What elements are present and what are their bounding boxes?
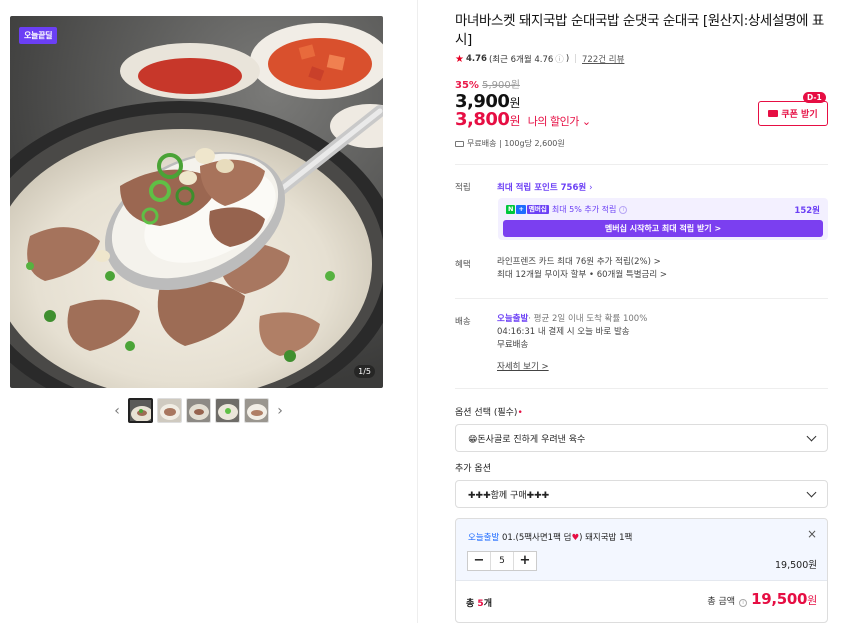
- extra-option-label: 추가 옵션: [455, 464, 491, 474]
- shipping-cutoff: 04:16:31 내 결제 시 오늘 바로 발송: [497, 327, 630, 337]
- quantity-value[interactable]: 5: [490, 552, 514, 570]
- total-amount-group: 총 금액 i 19,500원: [707, 590, 817, 608]
- quantity-plus-button[interactable]: +: [514, 552, 536, 570]
- npay-plus: +: [516, 205, 526, 214]
- option-select[interactable]: 😁돈사골로 진하게 우려낸 육수: [455, 424, 828, 452]
- total-count-post: 개: [483, 599, 492, 609]
- points-label: 적립: [455, 183, 471, 193]
- shipping-summary: 무료배송 | 100g당 2,600원: [455, 138, 565, 149]
- total-amount-value: 19,500: [751, 590, 808, 608]
- rating-recent: (최근 6개월 4.76: [488, 55, 554, 65]
- thumbnail-4[interactable]: [215, 398, 240, 423]
- today-deal-badge: 오늘끝딜: [19, 27, 58, 44]
- total-amount: 19,500원: [751, 590, 817, 608]
- total-amount-won: 원: [807, 594, 817, 607]
- required-mark: •: [517, 408, 523, 418]
- membership-start-button[interactable]: 멤버십 시작하고 최대 적립 받기 >: [503, 220, 823, 237]
- thumbnail-1[interactable]: [128, 398, 153, 423]
- npay-membership: 멤버십: [526, 205, 549, 214]
- extra-option-select[interactable]: ✚✚✚함께 구매✚✚✚: [455, 480, 828, 508]
- thumbnail-2[interactable]: [157, 398, 182, 423]
- review-link[interactable]: 722건 리뷰: [582, 53, 624, 65]
- shipping-eta: · 평균 2일 이내 도착 확률 100%: [528, 314, 648, 324]
- benefit-label: 혜택: [455, 260, 471, 270]
- shipping-label: 배송: [455, 317, 471, 327]
- max-point-link[interactable]: 최대 적립 포인트 756원 ›: [497, 181, 593, 193]
- my-price-value: 3,800: [455, 109, 510, 130]
- total-label: 총 금액: [707, 597, 736, 607]
- product-main-image[interactable]: 오늘끝딜 1/5: [10, 16, 383, 388]
- chevron-down-icon: [806, 487, 817, 497]
- thumbnail-3[interactable]: [186, 398, 211, 423]
- shipping-summary-text: 무료배송 | 100g당 2,600원: [467, 139, 565, 148]
- my-price-won: 원: [509, 114, 520, 128]
- item-price: 19,500원: [775, 560, 817, 571]
- option-label: 옵션 선택 (필수)•: [455, 405, 523, 418]
- quantity-stepper: − 5 +: [467, 551, 537, 571]
- selected-item-box: 오늘출발 01.(5팩사면1팩 덤♥) 돼지국밥 1팩 × − 5 + 19,5…: [455, 518, 828, 623]
- discount-row: 35% 5,900원: [455, 76, 520, 91]
- discount-percent: 35%: [455, 80, 479, 91]
- divider: [455, 164, 828, 165]
- total-row: 총 5개 총 금액 i 19,500원: [456, 581, 827, 622]
- option-label-text: 옵션 선택 (필수): [455, 408, 518, 418]
- chevron-down-icon: [806, 431, 817, 441]
- option-selected-value: 😁돈사골로 진하게 우려낸 육수: [468, 434, 586, 445]
- npay-membership-icon: N + 멤버십: [506, 205, 549, 214]
- coupon-label: 쿠폰 받기: [781, 110, 818, 120]
- my-discount-toggle[interactable]: 나의 할인가 ⌄: [528, 115, 591, 128]
- thumb-next-arrow[interactable]: ›: [273, 403, 287, 419]
- total-count: 총 5개: [466, 596, 492, 609]
- heart-icon: ♥: [571, 533, 580, 543]
- info-icon[interactable]: i: [739, 599, 748, 607]
- membership-amount: 152원: [794, 206, 820, 216]
- rating-value: 4.76: [465, 54, 487, 64]
- item-name-part: ) 돼지국밥 1팩: [579, 533, 633, 543]
- chevron-right-icon: ›: [589, 183, 593, 193]
- membership-text: 최대 5% 추가 적립: [551, 205, 617, 214]
- gukbap-photo: [10, 16, 383, 388]
- info-icon[interactable]: i: [619, 205, 628, 214]
- membership-info: N + 멤버십 최대 5% 추가 적립 i: [506, 204, 628, 215]
- divider: [455, 298, 828, 299]
- today-ship-tag: 오늘출발: [497, 314, 529, 324]
- rating-row: ★ 4.76 (최근 6개월 4.76 ⓘ) | 722건 리뷰: [455, 53, 624, 66]
- original-price: 5,900원: [482, 80, 520, 91]
- item-name-part: 01.(5팩사면1팩 덤: [501, 533, 572, 543]
- coupon-button[interactable]: 쿠폰 받기: [758, 101, 828, 126]
- divider: |: [574, 54, 578, 64]
- info-icon[interactable]: ⓘ: [555, 53, 564, 65]
- truck-icon: [455, 140, 464, 147]
- selected-item: 오늘출발 01.(5팩사면1팩 덤♥) 돼지국밥 1팩 × − 5 + 19,5…: [456, 519, 827, 581]
- sale-price-won: 원: [509, 96, 520, 110]
- shipping-free: 무료배송: [497, 340, 529, 350]
- npay-n: N: [506, 205, 516, 214]
- selected-item-name: 오늘출발 01.(5팩사면1팩 덤♥) 돼지국밥 1팩: [468, 531, 632, 543]
- remove-item-button[interactable]: ×: [807, 527, 817, 541]
- coupon-icon: [768, 110, 779, 117]
- star-icon: ★: [455, 53, 464, 65]
- image-pager: 1/5: [354, 365, 375, 378]
- installment-link[interactable]: 최대 12개월 무이자 할부 • 60개월 특별금리 >: [497, 269, 667, 282]
- thumb-prev-arrow[interactable]: ‹: [110, 403, 124, 419]
- membership-box: N + 멤버십 최대 5% 추가 적립 i 152원 멤버십 시작하고 최대 적립 …: [498, 198, 828, 240]
- rating-recent-close: ): [565, 54, 570, 64]
- thumbnail-5[interactable]: [244, 398, 269, 423]
- quantity-minus-button[interactable]: −: [468, 552, 490, 570]
- card-benefit-link[interactable]: 라인프렌즈 카드 최대 76원 추가 적립(2%) >: [497, 256, 661, 269]
- max-point-text: 최대 적립 포인트 756원: [497, 183, 587, 193]
- today-ship-tag: 오늘출발: [468, 533, 500, 543]
- shipping-details-link[interactable]: 자세히 보기 >: [497, 361, 549, 374]
- column-divider: [417, 0, 418, 623]
- divider: [455, 388, 828, 389]
- total-count-pre: 총: [466, 599, 478, 609]
- extra-option-selected-value: ✚✚✚함께 구매✚✚✚: [468, 490, 550, 501]
- thumbnail-strip: ‹ ›: [110, 398, 287, 423]
- coupon-dday-badge: D-1: [803, 92, 826, 103]
- product-title: 마녀바스켓 돼지국밥 순대국밥 순댓국 순대국 [원산지:상세설명에 표시]: [455, 13, 824, 48]
- my-price[interactable]: 3,800원 나의 할인가 ⌄: [455, 109, 591, 130]
- shipping-line-1: 오늘출발· 평균 2일 이내 도착 확률 100%: [497, 313, 647, 326]
